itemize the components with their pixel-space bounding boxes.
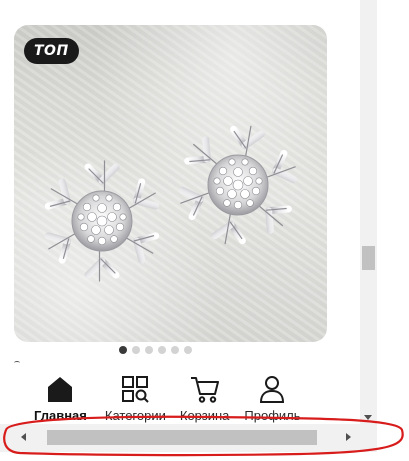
nav-item-home[interactable]: Главная	[34, 366, 87, 424]
cart-icon	[190, 377, 219, 403]
horizontal-scrollbar[interactable]	[0, 424, 377, 452]
product-image	[14, 25, 327, 342]
cut-off-text	[14, 361, 20, 365]
carousel-dot[interactable]	[145, 346, 153, 354]
carousel-dots[interactable]	[119, 346, 192, 356]
left-earring	[41, 159, 162, 283]
profile-icon	[260, 376, 285, 403]
nav-label-profile: Профиль	[244, 408, 301, 423]
carousel-dot[interactable]	[171, 346, 179, 354]
vertical-scrollbar[interactable]	[360, 0, 377, 424]
scroll-left-arrow-icon[interactable]	[21, 433, 26, 441]
nav-label-home: Главная	[34, 408, 87, 423]
carousel-dot[interactable]	[158, 346, 166, 354]
carousel-dot[interactable]	[132, 346, 140, 354]
nav-item-cart[interactable]: Корзина	[179, 366, 230, 424]
right-margin	[377, 0, 409, 461]
horizontal-scrollbar-thumb[interactable]	[47, 430, 317, 445]
nav-item-profile[interactable]: Профиль	[244, 366, 301, 424]
page-viewport[interactable]: ТОП Главная Категории Корзина Профиль	[0, 0, 360, 424]
nav-label-categories: Категории	[104, 408, 166, 423]
scroll-down-arrow-icon[interactable]	[364, 415, 372, 420]
top-badge: ТОП	[24, 38, 79, 64]
nav-label-cart: Корзина	[179, 408, 230, 423]
carousel-dot[interactable]	[184, 346, 192, 354]
home-icon	[48, 377, 73, 402]
bottom-navigation: Главная Категории Корзина Профиль	[0, 366, 360, 424]
carousel-dot[interactable]	[119, 346, 127, 354]
scroll-right-arrow-icon[interactable]	[346, 433, 351, 441]
categories-icon	[122, 376, 150, 403]
nav-item-categories[interactable]: Категории	[105, 366, 166, 424]
product-image-card[interactable]: ТОП	[14, 25, 327, 342]
right-earring	[175, 122, 301, 249]
vertical-scrollbar-thumb[interactable]	[362, 246, 375, 270]
